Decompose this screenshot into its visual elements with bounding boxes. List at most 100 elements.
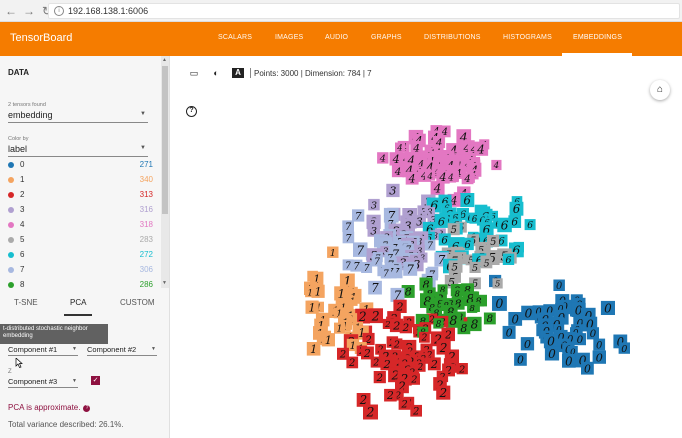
forward-arrow-icon[interactable]: → — [22, 4, 36, 18]
component-x-select[interactable]: Component #1 ▼ — [8, 345, 78, 356]
digit-point[interactable]: 2 — [373, 371, 386, 384]
legend-item-5[interactable]: 5 283 — [8, 235, 153, 247]
digit-point[interactable]: 1 — [321, 333, 335, 347]
digit-point[interactable]: 2 — [368, 308, 383, 323]
digit-point[interactable]: 8 — [457, 321, 471, 335]
digit-point[interactable]: 4 — [445, 172, 457, 184]
component-y-select[interactable]: Component #2 ▼ — [87, 345, 157, 356]
selection-box-icon[interactable]: ▭ — [188, 68, 200, 78]
digit-point[interactable]: 0 — [592, 350, 606, 364]
address-bar[interactable]: i 192.168.138.1:6006 — [48, 3, 680, 19]
digit-point[interactable]: 0 — [553, 279, 565, 292]
tab-audio[interactable]: AUDIO — [325, 34, 348, 41]
tab-tsne[interactable]: T-SNE — [14, 298, 38, 307]
digit-point[interactable]: 0 — [521, 305, 536, 321]
scroll-down-icon[interactable]: ▼ — [162, 280, 167, 286]
digit-point[interactable]: 4 — [430, 181, 445, 196]
digit-point[interactable]: 2 — [436, 385, 451, 401]
digit-point[interactable]: 6 — [509, 201, 524, 216]
digit-point[interactable]: 2 — [399, 320, 413, 334]
digit-point[interactable]: 2 — [346, 356, 359, 370]
digit-point[interactable]: 4 — [425, 170, 436, 182]
back-arrow-icon[interactable]: ← — [4, 4, 18, 18]
embedding-scatter[interactable]: 4444444444444444444444444444444444444444… — [170, 56, 682, 438]
digit-point[interactable]: 4 — [405, 171, 419, 186]
digit-point[interactable]: 1 — [305, 286, 316, 298]
tab-histograms[interactable]: HISTOGRAMS — [503, 34, 552, 41]
digit-point[interactable]: 0 — [562, 354, 576, 368]
tensor-select[interactable]: embedding ▼ — [8, 110, 148, 123]
digit-point[interactable]: 2 — [456, 363, 468, 375]
digit-point[interactable]: 4 — [491, 159, 502, 171]
digit-point[interactable]: 7 — [403, 261, 418, 277]
legend-item-6[interactable]: 6 272 — [8, 250, 153, 262]
digit-point[interactable]: 4 — [377, 152, 389, 165]
digit-point[interactable]: 0 — [492, 296, 507, 311]
digit-point[interactable]: 7 — [350, 259, 363, 273]
digit-point[interactable]: 0 — [600, 300, 615, 316]
digit-point[interactable]: 7 — [353, 242, 368, 257]
digit-point[interactable]: 0 — [520, 337, 535, 351]
digit-point[interactable]: 3 — [368, 198, 380, 211]
digit-point[interactable]: 2 — [427, 357, 441, 371]
home-icon[interactable]: ⌂ — [650, 80, 670, 100]
digit-point[interactable]: 6 — [460, 193, 475, 208]
digit-point[interactable]: 1 — [334, 322, 346, 335]
digit-point[interactable]: 7 — [361, 262, 373, 274]
label-toggle-icon[interactable]: A — [232, 68, 244, 78]
digit-point[interactable]: 2 — [384, 388, 397, 402]
digit-point[interactable]: 2 — [363, 404, 378, 420]
digit-point[interactable]: 0 — [502, 325, 516, 340]
digit-point[interactable]: 8 — [467, 302, 478, 314]
legend-item-4[interactable]: 4 318 — [8, 220, 153, 232]
digit-point[interactable]: 7 — [342, 220, 354, 233]
digit-point[interactable]: 1 — [305, 300, 319, 315]
digit-point[interactable]: 3 — [386, 183, 400, 198]
digit-point[interactable]: 4 — [391, 165, 404, 178]
color-by-select[interactable]: label ▼ — [8, 144, 148, 157]
digit-point[interactable]: 0 — [514, 353, 527, 367]
digit-point[interactable]: 0 — [581, 361, 594, 376]
legend-item-7[interactable]: 7 306 — [8, 265, 153, 277]
tab-pca[interactable]: PCA — [70, 298, 86, 307]
digit-point[interactable]: 5 — [492, 278, 503, 290]
digit-point[interactable]: 7 — [380, 268, 392, 280]
scroll-up-icon[interactable]: ▲ — [162, 57, 167, 63]
legend-item-2[interactable]: 2 313 — [8, 190, 153, 202]
tab-embeddings[interactable]: EMBEDDINGS — [573, 34, 622, 41]
digit-point[interactable]: 0 — [573, 333, 586, 346]
digit-point[interactable]: 0 — [593, 338, 606, 352]
help-icon[interactable]: ? — [186, 106, 197, 117]
info-icon[interactable]: ? — [83, 405, 91, 412]
legend-item-0[interactable]: 0 271 — [8, 160, 153, 172]
digit-point[interactable]: 2 — [408, 373, 420, 386]
legend-item-3[interactable]: 3 316 — [8, 205, 153, 217]
digit-point[interactable]: 2 — [355, 308, 370, 324]
digit-point[interactable]: 6 — [502, 253, 515, 266]
digit-point[interactable]: 4 — [461, 172, 474, 185]
digit-point[interactable]: 0 — [544, 346, 560, 361]
tab-images[interactable]: IMAGES — [275, 34, 303, 41]
z-enabled-checkbox[interactable]: ✓ — [91, 376, 100, 385]
tab-scalars[interactable]: SCALARS — [218, 34, 252, 41]
digit-point[interactable]: 5 — [469, 261, 481, 274]
digit-point[interactable]: 7 — [424, 239, 436, 252]
tab-custom[interactable]: CUSTOM — [120, 298, 155, 307]
tab-graphs[interactable]: GRAPHS — [371, 34, 402, 41]
sidebar-scrollbar[interactable]: ▲ ▼ — [161, 56, 169, 288]
digit-point[interactable]: 6 — [524, 219, 536, 231]
tab-distributions[interactable]: DISTRIBUTIONS — [424, 34, 481, 41]
digit-point[interactable]: 0 — [618, 342, 630, 355]
digit-point[interactable]: 2 — [398, 398, 411, 411]
digit-point[interactable]: 2 — [410, 404, 422, 418]
digit-point[interactable]: 0 — [508, 312, 523, 326]
projector-canvas[interactable]: 4444444444444444444444444444444444444444… — [170, 56, 682, 438]
component-z-select[interactable]: Component #3 ▼ — [8, 377, 78, 388]
digit-point[interactable]: 2 — [419, 331, 430, 344]
night-mode-icon[interactable]: ◐ — [210, 68, 222, 78]
digit-point[interactable]: 1 — [327, 246, 339, 259]
digit-point[interactable]: 8 — [483, 312, 496, 326]
digit-point[interactable]: 4 — [474, 141, 489, 157]
digit-point[interactable]: 5 — [480, 256, 493, 269]
digit-point[interactable]: 7 — [368, 280, 382, 295]
